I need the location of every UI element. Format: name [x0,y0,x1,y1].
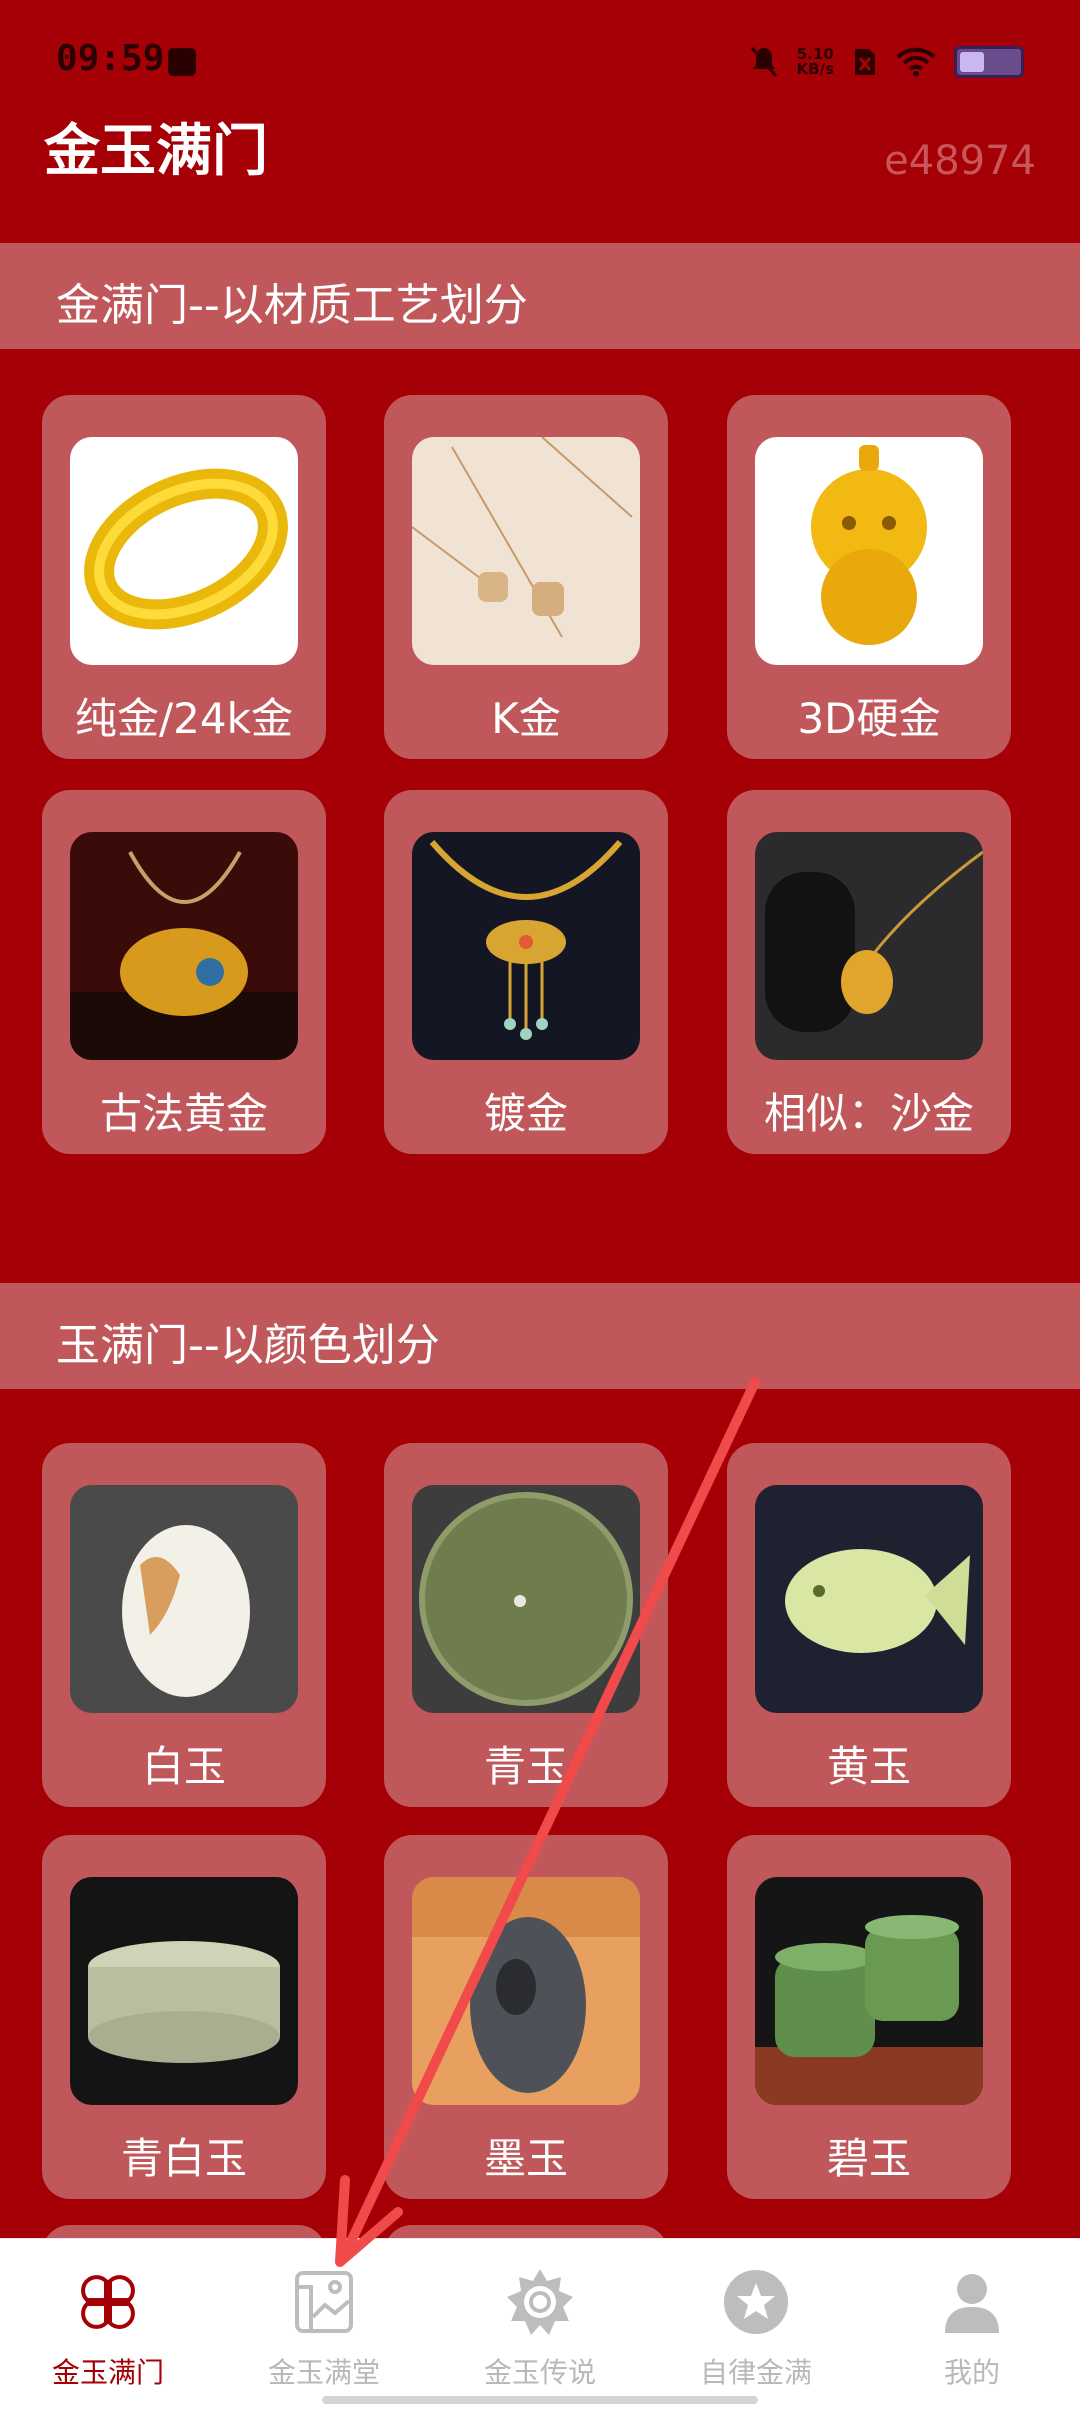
gold-plated-necklace-image [412,832,640,1060]
category-label: 3D硬金 [797,694,941,743]
category-label: 墨玉 [483,2134,568,2183]
category-card-green-jade[interactable]: 青玉 [384,1443,668,1807]
category-card-3d-hard-gold[interactable]: 3D硬金 [727,395,1011,759]
category-label: 白玉 [141,1742,226,1791]
status-time: 09:59 [56,38,165,79]
scroll-map-icon [295,2271,353,2333]
gold-ring-image [70,437,298,665]
compass-badge-icon [507,2269,573,2335]
nav-item-jinyu-manmen[interactable]: 金玉满门 [0,2239,216,2409]
clover-icon [81,2275,135,2329]
category-label: 纯金/24k金 [75,694,293,743]
jasper-cups-image [755,1877,983,2105]
yellow-jade-fish-image [755,1485,983,1713]
nav-label: 金玉满门 [51,2356,164,2389]
nav-item-jinyu-legend[interactable]: 金玉传说 [432,2239,648,2409]
category-label: 黄玉 [826,1742,911,1791]
app-bar: 金玉满门 e48974 [0,120,1080,240]
page-title: 金玉满门 [44,119,268,184]
category-label: 青玉 [483,1742,568,1791]
nav-label: 金玉满堂 [267,2356,380,2389]
category-card-jasper[interactable]: 碧玉 [727,1835,1011,2199]
home-indicator[interactable] [322,2396,758,2404]
ink-jade-carving-image [412,1877,640,2105]
category-label: 相似：沙金 [763,1089,974,1138]
gold-tiger-pendant-image [755,437,983,665]
nav-item-mine[interactable]: 我的 [864,2239,1080,2409]
category-card-ink-jade[interactable]: 墨玉 [384,1835,668,2199]
category-card-yellow-jade[interactable]: 黄玉 [727,1443,1011,1807]
category-label: 碧玉 [826,2134,911,2183]
user-code: e48974 [884,138,1036,184]
wifi-icon [896,47,936,77]
category-label: 古法黄金 [99,1089,268,1138]
nav-label: 金玉传说 [483,2356,596,2389]
sand-gold-pendant-image [755,832,983,1060]
nav-item-self-discipline[interactable]: 自律金满 [648,2239,864,2409]
star-circle-icon [724,2270,788,2334]
nav-label: 自律金满 [699,2356,812,2389]
category-card-celadon-jade[interactable]: 青白玉 [42,1835,326,2199]
celadon-jade-bowl-image [70,1877,298,2105]
status-bar: 09:59 5.10 KB/s [0,0,1080,120]
green-jade-disc-image [412,1485,640,1713]
person-icon [945,2274,999,2333]
nav-item-jinyu-mantang[interactable]: 金玉满堂 [216,2239,432,2409]
ancient-gold-pendant-image [70,832,298,1060]
category-card-white-jade[interactable]: 白玉 [42,1443,326,1807]
category-card-ancient-gold[interactable]: 古法黄金 [42,790,326,1154]
message-notification-icon [168,48,196,76]
gold-section-header: 金满门--以材质工艺划分 [0,243,1080,349]
k-gold-necklace-image [412,437,640,665]
category-card-pure-gold[interactable]: 纯金/24k金 [42,395,326,759]
status-icons: 5.10 KB/s [749,42,1024,82]
battery-icon [954,46,1024,78]
white-jade-image [70,1485,298,1713]
bottom-nav: 金玉满门 金玉满堂 金玉传说 自律金满 我的 [0,2238,1080,2409]
category-card-sand-gold[interactable]: 相似：沙金 [727,790,1011,1154]
jade-section-title: 玉满门--以颜色划分 [56,1320,440,1371]
category-label: 镀金 [483,1089,568,1138]
jade-section-header: 玉满门--以颜色划分 [0,1283,1080,1389]
category-label: 青白玉 [120,2134,247,2183]
network-speed: 5.10 KB/s [796,45,834,78]
sim-icon [855,49,875,75]
mute-icon [750,47,777,77]
category-card-k-gold[interactable]: K金 [384,395,668,759]
nav-label: 我的 [943,2356,1000,2389]
category-card-gold-plated[interactable]: 镀金 [384,790,668,1154]
gold-section-title: 金满门--以材质工艺划分 [56,280,528,331]
category-label: K金 [491,694,561,743]
